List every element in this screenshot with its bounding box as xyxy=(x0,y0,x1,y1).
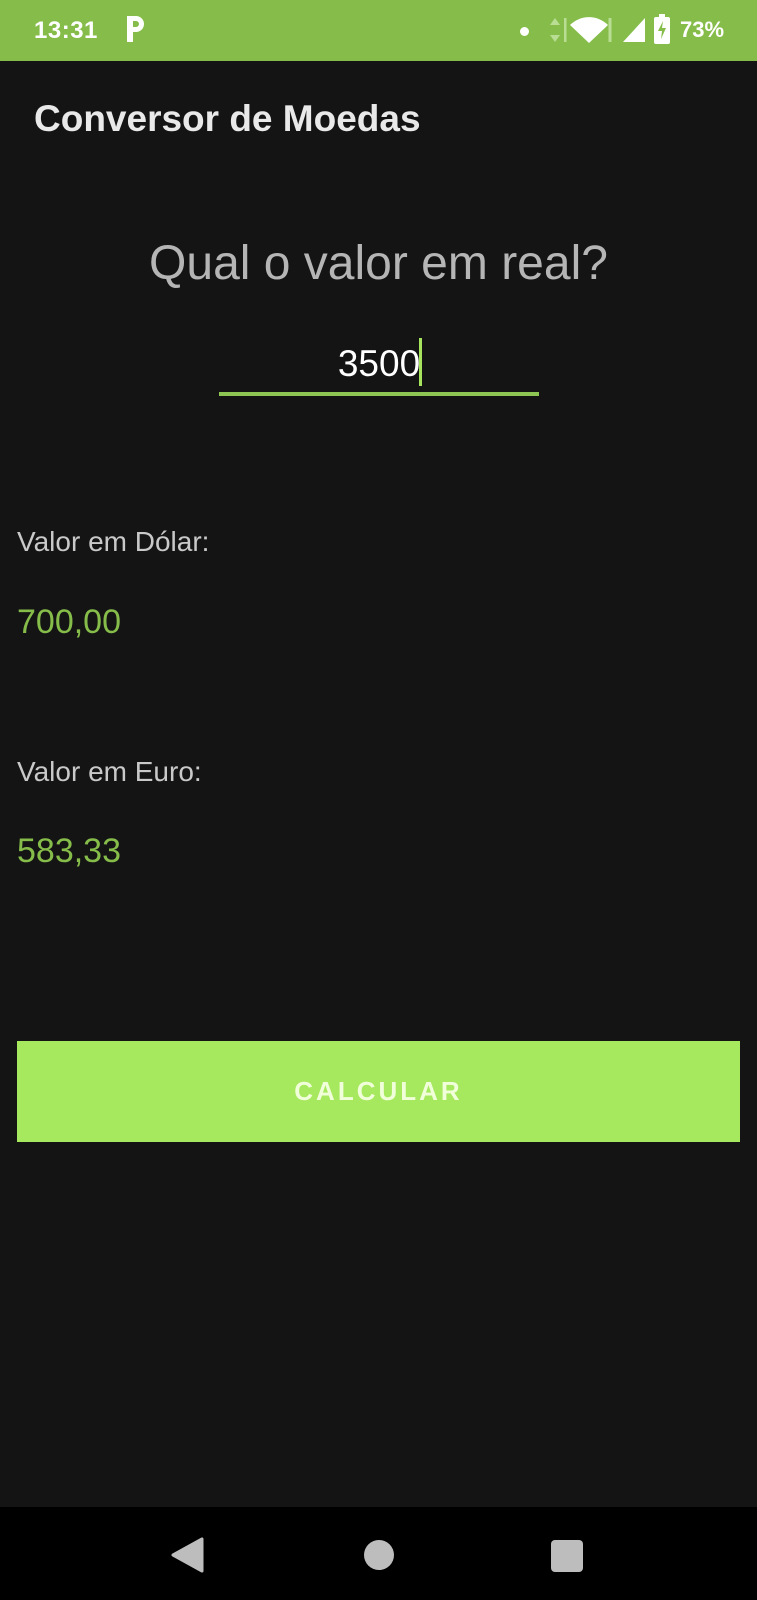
calculate-button[interactable]: CALCULAR xyxy=(17,1041,740,1142)
app-title: Conversor de Moedas xyxy=(34,98,421,139)
cell-signal-icon xyxy=(623,18,645,42)
parking-app-icon xyxy=(127,16,144,42)
dollar-label: Valor em Dólar: xyxy=(17,526,210,557)
back-icon[interactable] xyxy=(170,1537,204,1573)
dollar-value: 700,00 xyxy=(17,603,121,641)
recent-apps-icon[interactable] xyxy=(551,1540,583,1572)
status-time: 13:31 xyxy=(34,17,98,44)
screen: 13:31 73% Conversor de Moedas Qual o val… xyxy=(0,0,757,1600)
wifi-icon xyxy=(564,17,612,43)
data-arrows-icon xyxy=(550,18,560,42)
input-underline xyxy=(219,392,539,396)
home-icon[interactable] xyxy=(364,1540,394,1570)
battery-charging-icon xyxy=(654,14,670,44)
amount-input[interactable] xyxy=(219,338,539,390)
notification-dot-icon xyxy=(520,27,529,36)
euro-label: Valor em Euro: xyxy=(17,756,202,787)
question-label: Qual o valor em real? xyxy=(149,237,608,290)
text-cursor xyxy=(419,338,422,386)
status-bar: 13:31 73% xyxy=(0,0,757,61)
euro-value: 583,33 xyxy=(17,832,121,870)
navigation-bar xyxy=(0,1507,757,1600)
battery-percent: 73% xyxy=(680,17,725,42)
amount-input-container[interactable] xyxy=(219,338,539,396)
